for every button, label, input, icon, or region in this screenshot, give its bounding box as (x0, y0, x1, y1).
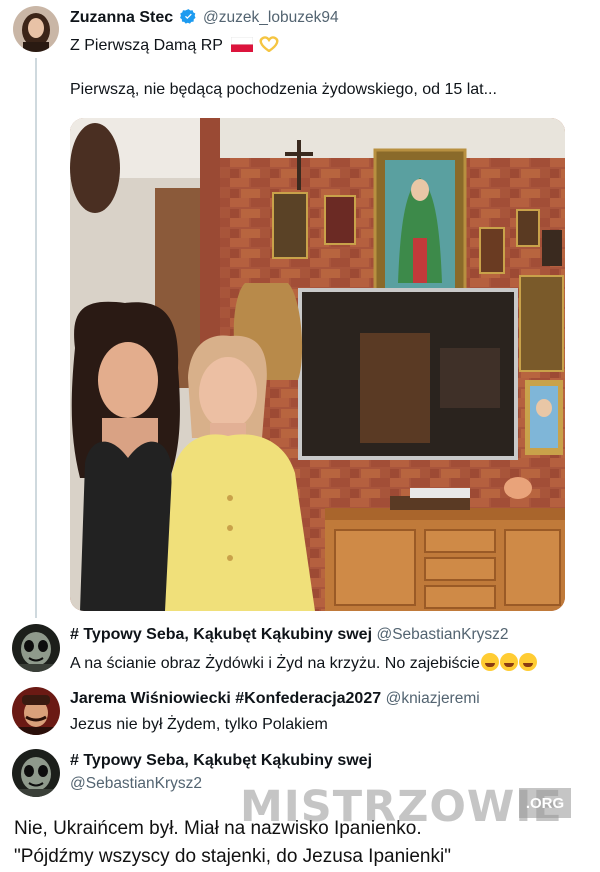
caption-line2: "Pójdźmy wszyscy do stajenki, do Jezusa … (14, 846, 451, 867)
avatar-sebastian-2[interactable] (12, 749, 60, 797)
alien-avatar-icon (12, 749, 60, 797)
laughing-emoji-icon (480, 653, 499, 671)
tweet-photo[interactable] (70, 118, 565, 611)
poland-flag-icon (230, 36, 254, 52)
laughing-emoji-icon (499, 653, 518, 671)
author-name[interactable]: Zuzanna Stec (70, 9, 173, 26)
reply3-author-name-row: # Typowy Seba, Kąkubęt Kąkubiny swej (70, 752, 372, 770)
reply2-author-name[interactable]: Jarema Wiśniowiecki #Konfederacja2027 (70, 690, 381, 707)
avatar-jarema[interactable] (12, 687, 60, 735)
laughing-emoji-icon (518, 653, 537, 671)
reply3-handle-row: @SebastianKrysz2 (70, 775, 202, 793)
thread-line (35, 58, 37, 618)
main-tweet-line2: Pierwszą, nie będącą pochodzenia żydowsk… (70, 81, 497, 98)
avatar-sebastian[interactable] (12, 624, 60, 672)
reply3-author-name[interactable]: # Typowy Seba, Kąkubęt Kąkubiny swej (70, 752, 372, 769)
reply1-text: A na ścianie obraz Żydówki i Żyd na krzy… (70, 653, 537, 673)
reply1-author-handle[interactable]: @SebastianKrysz2 (376, 626, 508, 643)
alien-avatar-icon (12, 624, 60, 672)
reply1-author-name[interactable]: # Typowy Seba, Kąkubęt Kąkubiny swej (70, 626, 372, 643)
reply1-header: # Typowy Seba, Kąkubęt Kąkubiny swej @Se… (70, 626, 509, 644)
caption-line1: Nie, Ukraińcem był. Miał na nazwisko Ipa… (14, 818, 422, 839)
author-handle[interactable]: @zuzek_lobuzek94 (203, 9, 339, 26)
reply2-header: Jarema Wiśniowiecki #Konfederacja2027 @k… (70, 690, 480, 708)
heart-hands-icon (259, 36, 278, 53)
reply2-author-handle[interactable]: @kniazjeremi (386, 690, 480, 707)
main-tweet-line1: Z Pierwszą Damą RP (70, 36, 280, 55)
verified-badge-icon (179, 9, 196, 24)
reply2-text: Jezus nie był Żydem, tylko Polakiem (70, 716, 328, 733)
photo-living-room-image (70, 118, 565, 611)
main-tweet-header: Zuzanna Stec @zuzek_lobuzek94 (70, 8, 339, 27)
avatar-photo-icon (13, 6, 59, 52)
watermark-suffix: .ORG (519, 788, 571, 818)
reply3-author-handle[interactable]: @SebastianKrysz2 (70, 775, 202, 792)
avatar-zuzanna[interactable] (13, 6, 59, 52)
nobleman-portrait-avatar-icon (12, 687, 60, 735)
